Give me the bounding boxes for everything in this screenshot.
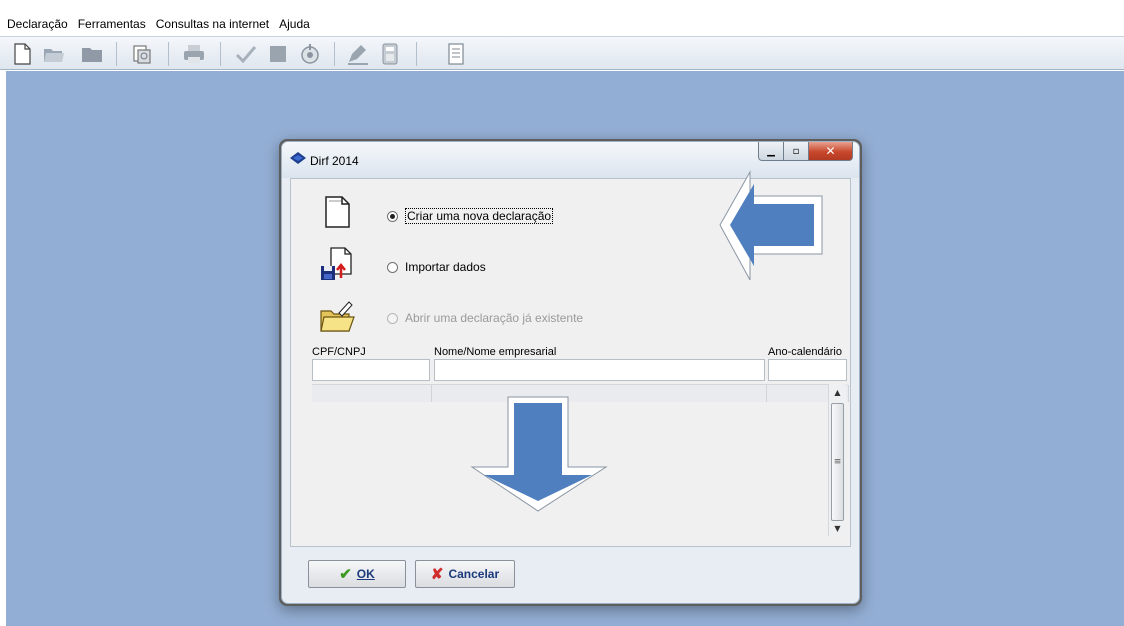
list-column-cpf — [312, 385, 432, 402]
folder-icon[interactable] — [80, 42, 104, 66]
list-scrollbar[interactable]: ▲ ≡ ▼ — [828, 384, 846, 536]
toolbar-separator — [220, 42, 221, 66]
radio-import-data-label: Importar dados — [405, 260, 486, 274]
close-button[interactable]: ✕ — [809, 142, 853, 161]
dialog-title: Dirf 2014 — [310, 154, 359, 168]
radio-open-existing: Abrir uma declaração já existente — [387, 311, 583, 325]
scroll-down-arrow-icon[interactable]: ▼ — [829, 520, 846, 536]
radio-create-new[interactable]: Criar uma nova declaração — [387, 208, 554, 224]
column-ano-calendario: Ano-calendário — [768, 346, 842, 358]
menu-consultas-internet[interactable]: Consultas na internet — [156, 0, 269, 32]
annotation-arrow-down — [470, 396, 608, 512]
new-document-icon — [325, 196, 350, 228]
ano-calendario-input[interactable] — [768, 359, 847, 381]
check-icon: ✔ — [339, 566, 352, 583]
maximize-button[interactable]: ▫ — [784, 142, 809, 161]
toolbar-separator — [168, 42, 169, 66]
dialog-footer: ✔ OK ✘ Cancelar — [290, 551, 851, 595]
scroll-up-arrow-icon[interactable]: ▲ — [829, 384, 846, 400]
receita-logo-icon — [290, 152, 306, 164]
open-existing-icon — [320, 301, 355, 332]
window-controls: ▁ ▫ ✕ — [758, 142, 853, 162]
calculator-icon[interactable] — [378, 42, 402, 66]
cancel-button[interactable]: ✘ Cancelar — [415, 560, 515, 588]
radio-import-data-dot[interactable] — [387, 261, 398, 273]
toolbar-separator — [334, 42, 335, 66]
radio-create-new-dot[interactable] — [387, 210, 398, 222]
cpf-cnpj-input[interactable] — [312, 359, 430, 381]
column-nome-empresarial: Nome/Nome empresarial — [434, 346, 557, 358]
report-icon[interactable] — [444, 42, 468, 66]
minimize-button[interactable]: ▁ — [758, 142, 784, 161]
radio-open-existing-label: Abrir uma declaração já existente — [405, 311, 584, 325]
print-icon[interactable] — [182, 42, 206, 66]
cancel-x-icon: ✘ — [430, 566, 444, 583]
open-folder-icon[interactable] — [42, 42, 66, 66]
radio-import-data[interactable]: Importar dados — [387, 260, 486, 274]
edit-icon[interactable] — [346, 42, 370, 66]
menubar: Declaração Ferramentas Consultas na inte… — [0, 0, 1124, 36]
radio-open-existing-dot — [387, 312, 398, 324]
toolbar-separator — [116, 42, 117, 66]
ok-button-label: OK — [356, 567, 375, 581]
toolbar — [0, 36, 1124, 70]
cancel-button-label: Cancelar — [448, 567, 500, 581]
stop-icon[interactable] — [266, 42, 290, 66]
transmit-icon[interactable] — [298, 42, 322, 66]
radio-create-new-label: Criar uma nova declaração — [405, 208, 554, 224]
menu-declaracao[interactable]: Declaração — [7, 0, 68, 32]
menu-ferramentas[interactable]: Ferramentas — [78, 0, 146, 32]
close-icon: ✕ — [825, 144, 836, 158]
scroll-thumb[interactable]: ≡ — [831, 403, 844, 521]
nome-empresarial-input[interactable] — [434, 359, 765, 381]
recover-icon[interactable] — [130, 42, 154, 66]
annotation-arrow-left — [719, 170, 823, 281]
toolbar-separator — [416, 42, 417, 66]
maximize-icon: ▫ — [792, 145, 800, 157]
column-cpf-cnpj: CPF/CNPJ — [312, 346, 366, 358]
ok-button[interactable]: ✔ OK — [308, 560, 406, 588]
check-icon[interactable] — [234, 42, 258, 66]
minimize-icon: ▁ — [767, 145, 775, 157]
menu-ajuda[interactable]: Ajuda — [279, 0, 310, 32]
import-data-icon — [321, 247, 352, 280]
new-file-icon[interactable] — [10, 42, 34, 66]
